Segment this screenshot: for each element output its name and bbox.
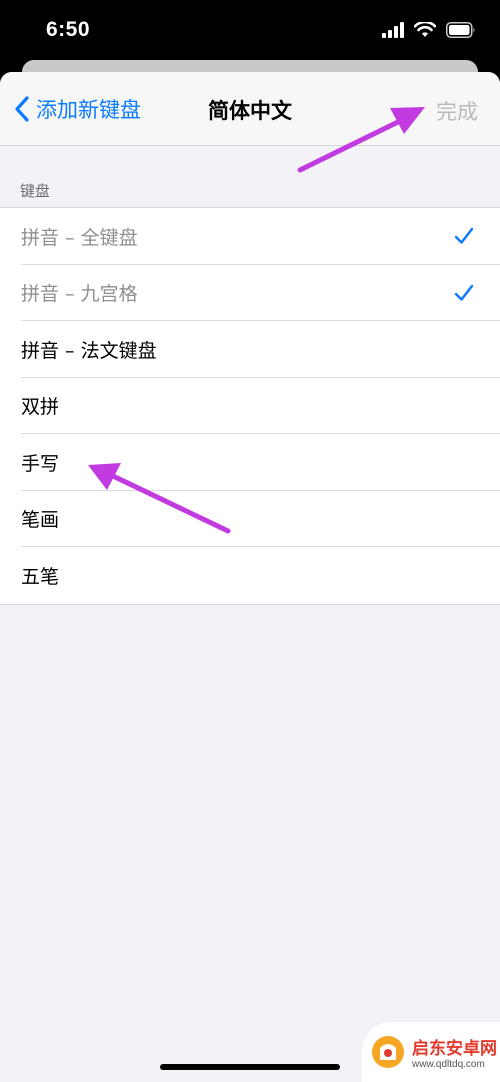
- watermark-url: www.qdltdq.com: [412, 1059, 485, 1070]
- keyboard-row-handwriting[interactable]: 手写: [0, 434, 500, 491]
- battery-icon: [446, 22, 475, 38]
- keyboard-row-pinyin-full[interactable]: 拼音 – 全键盘: [0, 208, 500, 265]
- navigation-bar: 添加新键盘 简体中文 完成: [0, 72, 500, 146]
- status-bar: 6:50: [0, 0, 500, 62]
- keyboard-label: 手写: [21, 452, 60, 475]
- keyboard-row-wubi[interactable]: 五笔: [0, 547, 500, 604]
- keyboard-list: 拼音 – 全键盘 拼音 – 九宫格 拼音 – 法文键盘 双拼 手写 笔画 五笔: [0, 207, 500, 605]
- watermark-text: 启东安卓网 www.qdltdq.com: [412, 1034, 497, 1070]
- watermark-name: 启东安卓网: [412, 1039, 497, 1059]
- keyboard-row-stroke[interactable]: 笔画: [0, 491, 500, 548]
- status-time: 6:50: [46, 18, 91, 41]
- done-button[interactable]: 完成: [436, 96, 478, 126]
- status-icons: [382, 22, 476, 38]
- page-title: 简体中文: [208, 99, 292, 123]
- keyboard-label: 拼音 – 法文键盘: [21, 339, 157, 362]
- checkmark-icon: [454, 284, 474, 301]
- home-indicator: [160, 1064, 340, 1070]
- keyboard-label: 拼音 – 全键盘: [21, 226, 138, 249]
- section-header: 键盘: [20, 182, 51, 200]
- keyboard-label: 五笔: [21, 565, 60, 588]
- watermark-logo-icon: [372, 1036, 404, 1068]
- wifi-icon: [414, 22, 436, 37]
- keyboard-label: 拼音 – 九宫格: [21, 283, 138, 306]
- keyboard-row-pinyin-9key[interactable]: 拼音 – 九宫格: [0, 265, 500, 322]
- keyboard-row-pinyin-french[interactable]: 拼音 – 法文键盘: [0, 321, 500, 378]
- cellular-signal-icon: [382, 22, 404, 38]
- keyboard-row-shuangpin[interactable]: 双拼: [0, 378, 500, 435]
- watermark: 启东安卓网 www.qdltdq.com: [362, 1022, 500, 1082]
- keyboard-sheet: 添加新键盘 简体中文 完成 键盘 拼音 – 全键盘 拼音 – 九宫格 拼音 – …: [0, 72, 500, 1082]
- keyboard-label: 双拼: [21, 396, 60, 419]
- keyboard-label: 笔画: [21, 509, 60, 532]
- checkmark-icon: [454, 227, 474, 244]
